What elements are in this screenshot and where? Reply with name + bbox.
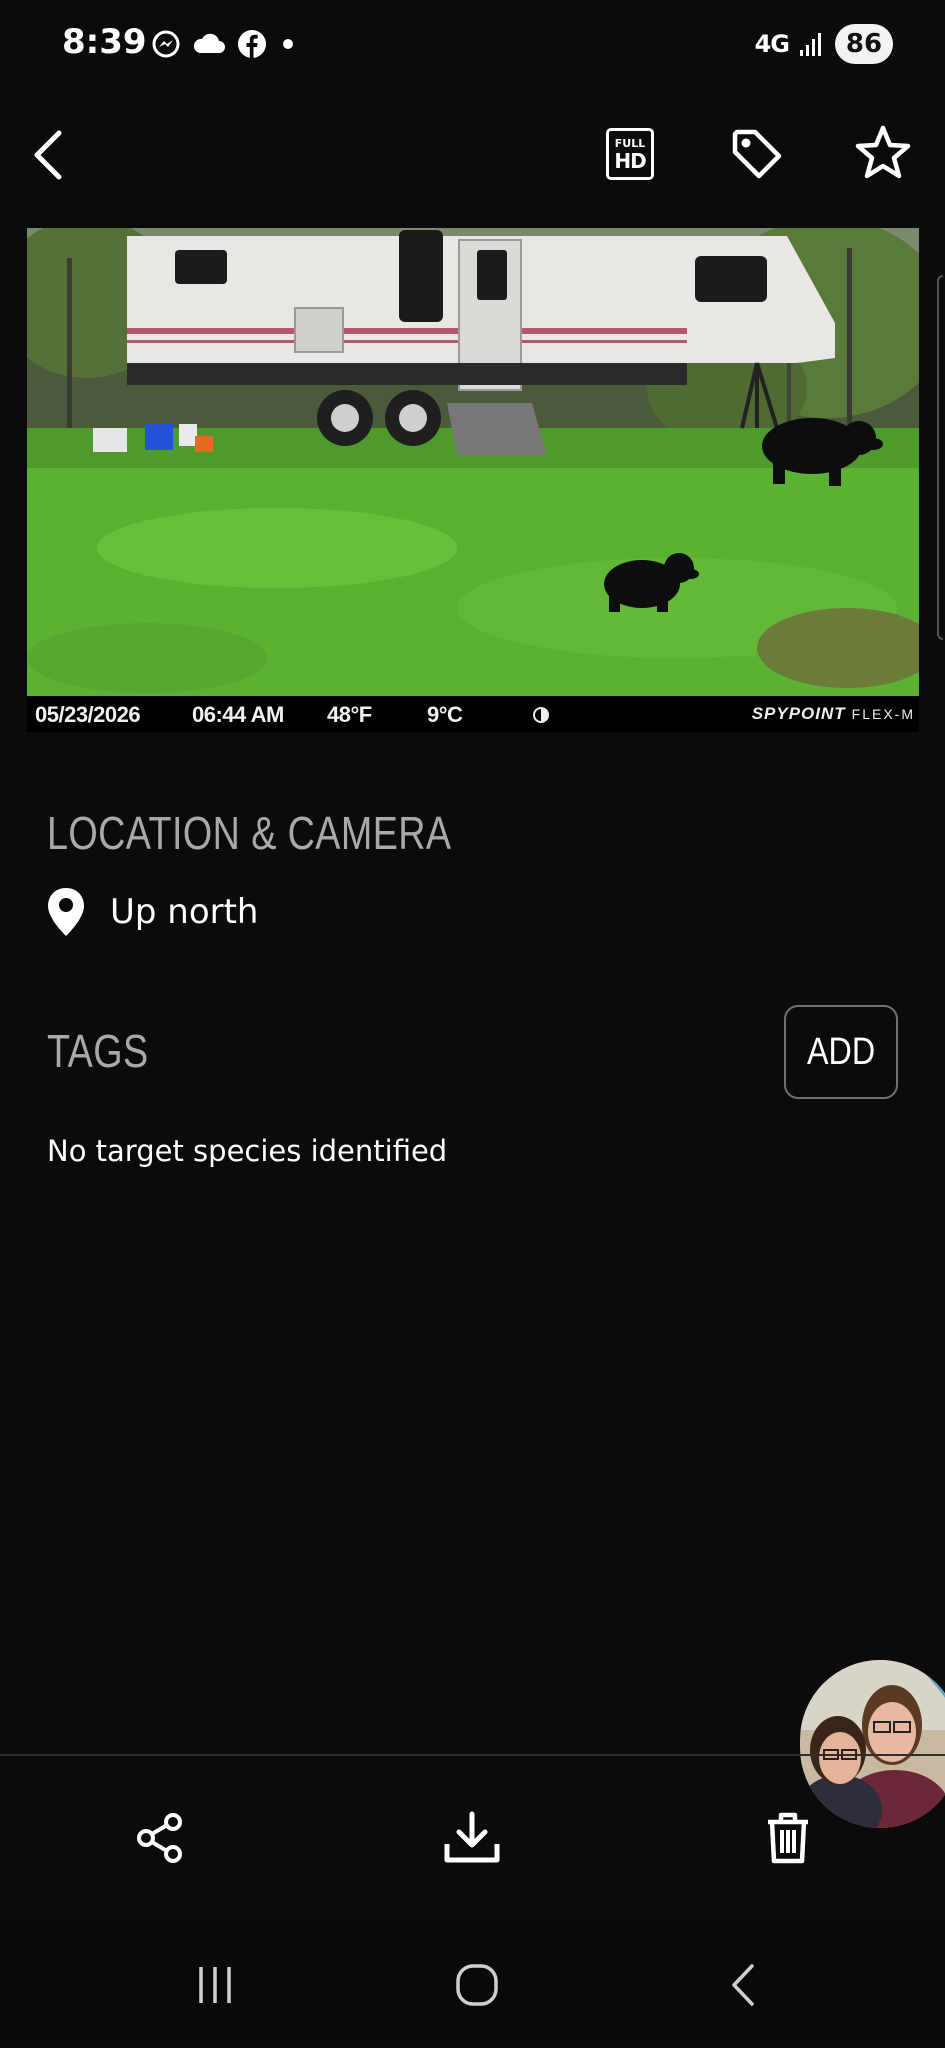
add-tag-button[interactable]: ADD — [784, 1005, 898, 1099]
no-species-text: No target species identified — [47, 1134, 448, 1168]
location-row[interactable]: Up north — [44, 886, 258, 938]
location-section-heading: LOCATION & CAMERA — [47, 807, 452, 859]
cloud-icon — [193, 33, 225, 53]
tag-icon — [732, 129, 782, 179]
map-pin-icon — [48, 888, 84, 936]
home-button[interactable] — [442, 1950, 512, 2020]
share-icon — [137, 1813, 182, 1863]
full-hd-button[interactable]: FULL HD — [600, 121, 660, 187]
messenger-icon — [152, 30, 180, 58]
camera-model: FLEX-M — [851, 706, 915, 722]
recents-button[interactable] — [180, 1950, 250, 2020]
photo-image — [27, 228, 919, 696]
photo-info-strip: 05/23/2026 06:44 AM 48°F 9°C SPYPOINT FLE… — [27, 696, 919, 732]
brand-name: SPYPOINT — [751, 704, 846, 723]
dot-icon — [283, 39, 293, 49]
notification-icons — [150, 28, 298, 60]
favorite-star-button[interactable] — [850, 119, 916, 185]
nav-back-button[interactable] — [708, 1950, 778, 2020]
recents-icon — [199, 1967, 231, 2003]
star-outline-icon — [855, 125, 911, 179]
add-tag-label: ADD — [806, 1030, 876, 1073]
facebook-icon — [238, 30, 266, 58]
delete-button[interactable] — [756, 1806, 820, 1870]
status-time: 8:39 — [62, 22, 147, 62]
photo-temp-c: 9°C — [427, 702, 463, 727]
back-button[interactable] — [20, 115, 76, 195]
scroll-indicator — [937, 275, 943, 640]
photo-temp-f: 48°F — [327, 702, 372, 727]
location-name: Up north — [110, 892, 259, 932]
photo-date: 05/23/2026 — [35, 702, 141, 727]
status-right: 4G 86 — [755, 24, 893, 64]
top-app-bar: FULL HD — [0, 115, 945, 195]
signal-bars-icon — [800, 33, 821, 56]
photo-detail-screen: 8:39 4G 86 FULL HD 05/23/2026 06:44 AM 4… — [0, 0, 945, 2048]
chevron-left-icon — [34, 130, 62, 180]
download-button[interactable] — [440, 1806, 504, 1870]
share-button[interactable] — [128, 1806, 192, 1870]
tag-button[interactable] — [724, 121, 790, 187]
camera-brand: SPYPOINT FLEX-M — [752, 704, 915, 724]
system-nav-bar — [0, 1920, 945, 2048]
photo-time: 06:44 AM — [192, 702, 284, 727]
full-hd-icon: FULL HD — [606, 128, 654, 180]
moon-phase-icon — [533, 707, 549, 723]
bottom-action-bar — [0, 1756, 945, 1920]
trail-camera-photo[interactable]: 05/23/2026 06:44 AM 48°F 9°C SPYPOINT FLE… — [27, 228, 919, 732]
back-icon — [732, 1964, 754, 2006]
full-hd-line1: FULL — [614, 136, 646, 150]
full-hd-line2: HD — [614, 148, 646, 173]
battery-indicator: 86 — [835, 24, 893, 64]
status-bar: 8:39 4G 86 — [0, 0, 945, 92]
network-type: 4G — [754, 30, 790, 58]
home-icon — [456, 1964, 498, 2006]
tags-section-heading: TAGS — [47, 1025, 149, 1077]
download-icon — [444, 1811, 500, 1863]
trash-icon — [768, 1812, 808, 1864]
